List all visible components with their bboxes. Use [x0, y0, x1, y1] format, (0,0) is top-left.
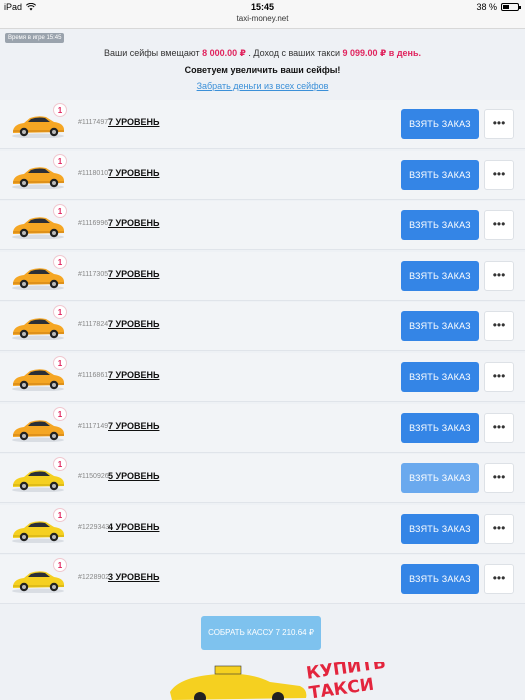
taxi-row: 1 #1117824 7 УРОВЕНЬ ВЗЯТЬ ЗАКАЗ •••: [0, 302, 525, 352]
status-right: 38 %: [476, 2, 521, 12]
taxi-level-link[interactable]: 7 УРОВЕНЬ: [108, 319, 159, 329]
taxi-id: #1117497: [78, 119, 109, 126]
taxi-row: 1 #1117149 7 УРОВЕНЬ ВЗЯТЬ ЗАКАЗ •••: [0, 403, 525, 453]
taxi-level-link[interactable]: 4 УРОВЕНЬ: [108, 522, 159, 532]
more-options-button[interactable]: •••: [484, 564, 514, 595]
battery-icon: [501, 3, 521, 11]
status-bar: iPad 15:45 38 %: [0, 0, 525, 14]
taxi-level-link[interactable]: 5 УРОВЕНЬ: [108, 471, 159, 481]
taxi-level-link[interactable]: 7 УРОВЕНЬ: [108, 218, 159, 228]
collect-cash-button[interactable]: СОБРАТЬ КАССУ 7 210.64 ₽: [201, 616, 321, 650]
taxi-row: 1 #1229343 4 УРОВЕНЬ ВЗЯТЬ ЗАКАЗ •••: [0, 504, 525, 554]
taxi-level-link[interactable]: 7 УРОВЕНЬ: [108, 370, 159, 380]
taxi-count-badge: 1: [53, 103, 67, 117]
taxi-count-badge: 1: [53, 355, 67, 370]
taxi-id: #1116996: [78, 220, 109, 228]
safe-info: Ваши сейфы вмещают 8 000.00 ₽ . Доход с …: [0, 48, 525, 91]
take-order-button[interactable]: ВЗЯТЬ ЗАКАЗ: [401, 311, 479, 342]
taxi-count-badge: 1: [53, 406, 67, 421]
taxi-row: 1 #1228902 3 УРОВЕНЬ ВЗЯТЬ ЗАКАЗ •••: [0, 555, 525, 605]
status-time: 15:45: [250, 2, 275, 12]
taxi-row: 1 #1116996 7 УРОВЕНЬ ВЗЯТЬ ЗАКАЗ •••: [0, 201, 525, 251]
take-order-button[interactable]: ВЗЯТЬ ЗАКАЗ: [401, 412, 479, 443]
more-options-button[interactable]: •••: [484, 412, 514, 443]
take-order-button[interactable]: ВЗЯТЬ ЗАКАЗ: [401, 109, 479, 139]
buy-taxi-banner[interactable]: КУПИТЬ ТАКСИ: [160, 662, 390, 700]
battery-percent: 38 %: [476, 2, 497, 12]
take-order-button[interactable]: ВЗЯТЬ ЗАКАЗ: [401, 463, 479, 494]
taxi-row: 1 #1116861 7 УРОВЕНЬ ВЗЯТЬ ЗАКАЗ •••: [0, 352, 525, 402]
address-bar[interactable]: taxi-money.net: [0, 14, 525, 29]
taxi-id: #1117305: [78, 270, 109, 278]
take-order-button[interactable]: ВЗЯТЬ ЗАКАЗ: [401, 564, 479, 595]
income-amount: 9 099.00 ₽ в день.: [342, 48, 422, 58]
taxi-id: #1117149: [78, 422, 109, 430]
taxi-level-link[interactable]: 7 УРОВЕНЬ: [108, 269, 159, 279]
taxi-id: #1118010: [78, 169, 109, 177]
taxi-level-link[interactable]: 7 УРОВЕНЬ: [108, 421, 159, 431]
more-options-button[interactable]: •••: [484, 159, 514, 190]
take-order-button[interactable]: ВЗЯТЬ ЗАКАЗ: [401, 210, 479, 241]
take-order-button[interactable]: ВЗЯТЬ ЗАКАЗ: [401, 159, 479, 190]
banner-text: КУПИТЬ ТАКСИ: [305, 662, 388, 700]
advice-text: Советуем увеличить ваши сейфы!: [184, 65, 341, 75]
take-order-button[interactable]: ВЗЯТЬ ЗАКАЗ: [401, 260, 479, 291]
more-options-button[interactable]: •••: [484, 463, 514, 494]
more-options-button[interactable]: •••: [484, 210, 514, 241]
taxi-count-badge: 1: [53, 153, 67, 168]
url-text: taxi-money.net: [236, 14, 289, 23]
more-options-button[interactable]: •••: [484, 109, 514, 139]
withdraw-all-link[interactable]: Забрать деньги из всех сейфов: [197, 81, 329, 91]
taxi-id: #1228902: [78, 574, 110, 582]
more-options-button[interactable]: •••: [484, 260, 514, 291]
game-time-badge: Время в игре 15:45: [5, 33, 65, 43]
safe-capacity-line: Ваши сейфы вмещают 8 000.00 ₽ . Доход с …: [0, 48, 525, 59]
safe-amount: 8 000.00 ₽: [202, 48, 246, 58]
banner-taxi-icon: [170, 665, 307, 700]
taxi-row: 1 #1117497 7 УРОВЕНЬ ВЗЯТЬ ЗАКАЗ •••: [0, 100, 525, 149]
taxi-row: 1 #1117305 7 УРОВЕНЬ ВЗЯТЬ ЗАКАЗ •••: [0, 251, 525, 301]
taxi-level-link[interactable]: 3 УРОВЕНЬ: [108, 572, 159, 582]
taxi-id: #1150926: [78, 473, 109, 481]
taxi-id: #1229343: [78, 523, 110, 531]
taxi-level-link[interactable]: 7 УРОВЕНЬ: [108, 117, 159, 127]
taxi-row: 1 #1150926 5 УРОВЕНЬ ВЗЯТЬ ЗАКАЗ •••: [0, 454, 525, 504]
income-text: . Доход с ваших такси: [245, 48, 343, 58]
taxi-row: 1 #1118010 7 УРОВЕНЬ ВЗЯТЬ ЗАКАЗ •••: [0, 150, 525, 200]
taxi-list: 1 #1117497 7 УРОВЕНЬ ВЗЯТЬ ЗАКАЗ ••• 1 #111801…: [0, 100, 525, 606]
taxi-id: #1117824: [78, 321, 109, 329]
take-order-button[interactable]: ВЗЯТЬ ЗАКАЗ: [401, 513, 479, 544]
capacity-text: Ваши сейфы вмещают: [103, 48, 203, 58]
more-options-button[interactable]: •••: [484, 513, 514, 544]
more-options-button[interactable]: •••: [484, 361, 514, 392]
taxi-level-link[interactable]: 7 УРОВЕНЬ: [108, 168, 159, 178]
taxi-id: #1116861: [78, 371, 109, 379]
take-order-button[interactable]: ВЗЯТЬ ЗАКАЗ: [401, 361, 479, 392]
more-options-button[interactable]: •••: [484, 311, 514, 342]
taxi-count-badge: 1: [53, 507, 67, 522]
taxi-count-badge: 1: [53, 254, 67, 269]
